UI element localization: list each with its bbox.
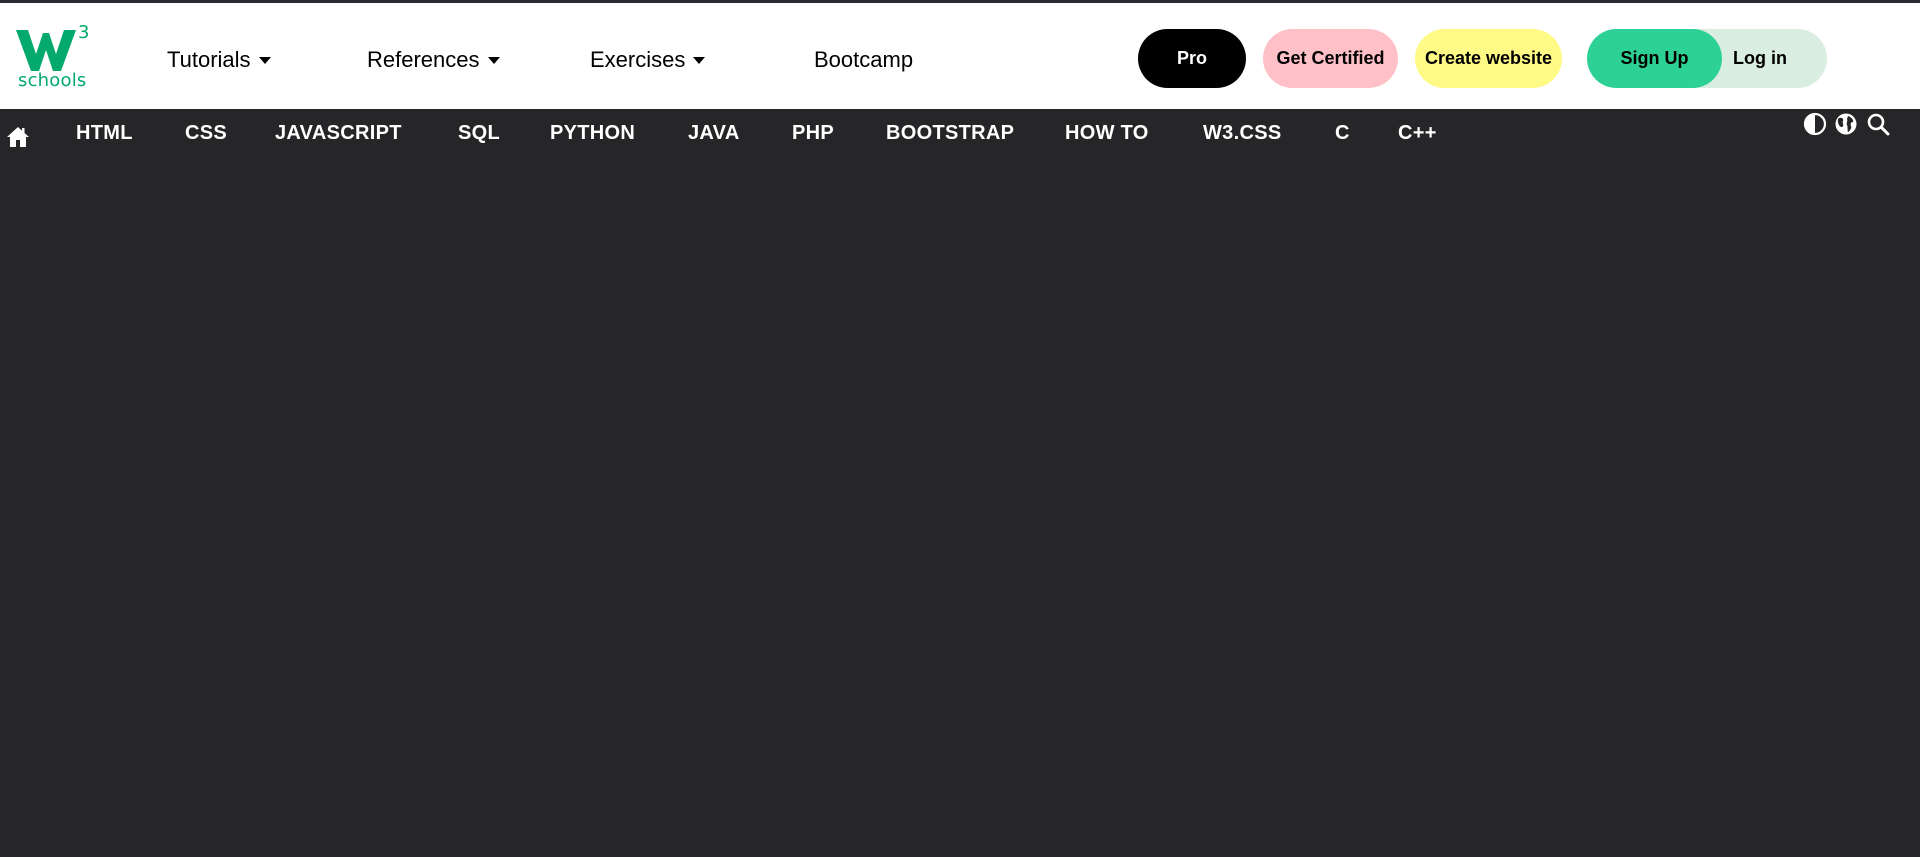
caret-down-icon: [693, 57, 706, 64]
subject-link-java[interactable]: JAVA: [688, 122, 740, 145]
top-navigation-bar: 3 schools Tutorials References Exercises…: [0, 3, 1920, 109]
subject-link-html[interactable]: HTML: [76, 122, 133, 145]
logo-wordmark: schools: [18, 70, 87, 91]
subject-link-how-to[interactable]: HOW TO: [1065, 122, 1149, 145]
pro-button[interactable]: Pro: [1138, 29, 1246, 88]
contrast-icon[interactable]: [1803, 112, 1827, 136]
references-menu[interactable]: References: [367, 45, 500, 75]
create-website-button[interactable]: Create website: [1415, 29, 1562, 88]
get-certified-button[interactable]: Get Certified: [1263, 29, 1398, 88]
exercises-menu-label: Exercises: [590, 47, 686, 72]
subject-link-php[interactable]: PHP: [792, 122, 834, 145]
subject-link-bootstrap[interactable]: BOOTSTRAP: [886, 122, 1014, 145]
subject-link-python[interactable]: PYTHON: [550, 122, 635, 145]
caret-down-icon: [487, 57, 500, 64]
globe-icon[interactable]: [1834, 112, 1858, 136]
subject-link-cpp[interactable]: C++: [1398, 122, 1437, 145]
subject-navigation-bar: HTML CSS JAVASCRIPT SQL PYTHON JAVA PHP …: [0, 109, 1920, 159]
exercises-menu[interactable]: Exercises: [590, 45, 706, 75]
subject-link-sql[interactable]: SQL: [458, 122, 500, 145]
bootcamp-link-label: Bootcamp: [814, 47, 914, 72]
logo-superscript: 3: [78, 22, 89, 43]
subject-link-javascript[interactable]: JAVASCRIPT: [275, 122, 402, 145]
w3schools-logo[interactable]: 3 schools: [16, 21, 90, 95]
caret-down-icon: [258, 57, 271, 64]
subject-link-css[interactable]: CSS: [185, 122, 227, 145]
bootcamp-link[interactable]: Bootcamp: [814, 45, 913, 75]
search-icon[interactable]: [1866, 112, 1890, 136]
sign-up-button[interactable]: Sign Up: [1587, 29, 1722, 88]
subject-link-w3css[interactable]: W3.CSS: [1203, 122, 1281, 145]
references-menu-label: References: [367, 47, 480, 72]
tutorials-menu[interactable]: Tutorials: [167, 45, 271, 75]
main-content-area: [0, 159, 1920, 857]
home-icon[interactable]: [6, 126, 30, 148]
tutorials-menu-label: Tutorials: [167, 47, 251, 72]
subject-link-c[interactable]: C: [1335, 122, 1350, 145]
w3-logo-mark-icon: 3: [16, 22, 89, 71]
